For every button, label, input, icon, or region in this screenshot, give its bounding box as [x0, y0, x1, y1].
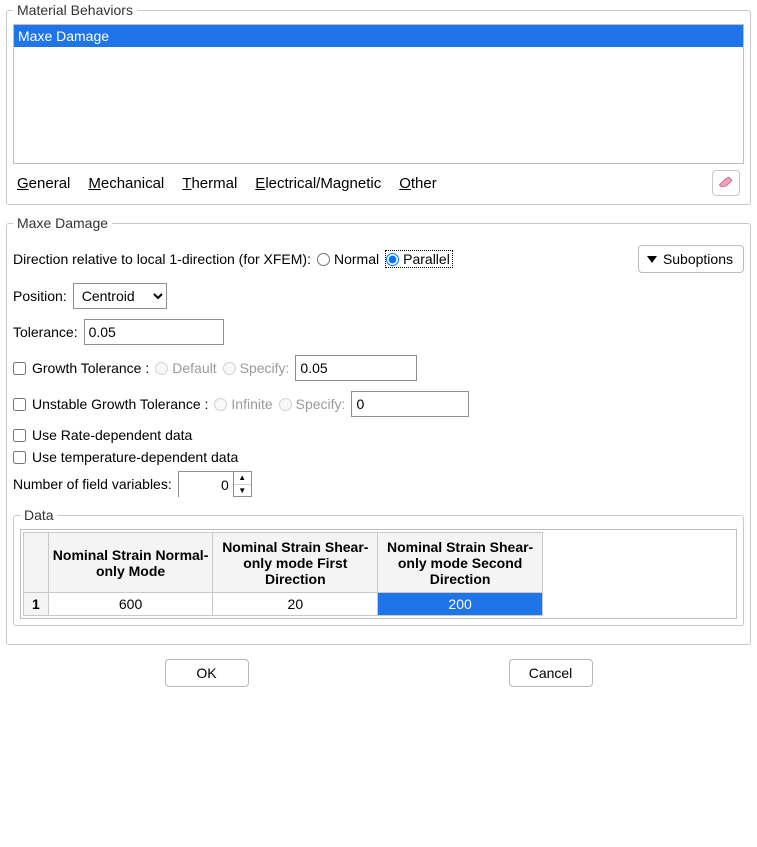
- temp-dependent-row: Use temperature-dependent data: [13, 449, 744, 465]
- rate-dependent-label: Use Rate-dependent data: [32, 427, 192, 443]
- cancel-button[interactable]: Cancel: [509, 659, 593, 687]
- growth-tolerance-checkbox[interactable]: [13, 362, 26, 375]
- rate-dependent-checkbox[interactable]: [13, 429, 26, 442]
- unstable-growth-row: Unstable Growth Tolerance : Infinite Spe…: [13, 391, 744, 417]
- behavior-menu-bar: General Mechanical Thermal Electrical/Ma…: [13, 164, 744, 196]
- delete-behavior-button[interactable]: [712, 170, 740, 196]
- data-cell-3[interactable]: 200: [378, 593, 543, 616]
- field-variables-spinner[interactable]: ▲ ▼: [178, 471, 252, 497]
- direction-parallel-radio[interactable]: [386, 253, 399, 266]
- menu-other[interactable]: Other: [399, 175, 437, 192]
- growth-tolerance-row: Growth Tolerance : Default Specify:: [13, 355, 744, 381]
- data-row-header[interactable]: 1: [24, 593, 49, 616]
- data-row[interactable]: 1 600 20 200: [24, 593, 543, 616]
- growth-default-radio: [155, 362, 168, 375]
- growth-default-option: Default: [155, 360, 216, 376]
- growth-specify-radio: [223, 362, 236, 375]
- menu-thermal[interactable]: Thermal: [182, 175, 237, 192]
- material-behaviors-legend: Material Behaviors: [13, 2, 137, 18]
- spinner-up-icon[interactable]: ▲: [234, 472, 251, 485]
- data-col-header-3[interactable]: Nominal Strain Shear-only mode Second Di…: [378, 533, 543, 593]
- data-table-container: Nominal Strain Normal-only Mode Nominal …: [20, 529, 737, 619]
- ug-specify-option: Specify:: [279, 396, 346, 412]
- data-corner-header: [24, 533, 49, 593]
- maxe-damage-group: Maxe Damage Direction relative to local …: [6, 215, 751, 645]
- tolerance-row: Tolerance:: [13, 319, 744, 345]
- direction-normal-option[interactable]: Normal: [317, 251, 379, 267]
- position-label: Position:: [13, 288, 67, 304]
- eraser-icon: [718, 175, 734, 191]
- data-col-header-1[interactable]: Nominal Strain Normal-only Mode: [48, 533, 213, 593]
- behavior-item-maxe-damage[interactable]: Maxe Damage: [14, 25, 743, 47]
- ug-infinite-radio: [214, 398, 227, 411]
- ug-specify-radio: [279, 398, 292, 411]
- field-variables-input[interactable]: [179, 472, 233, 498]
- maxe-damage-legend: Maxe Damage: [13, 215, 112, 231]
- tolerance-label: Tolerance:: [13, 324, 78, 340]
- direction-normal-radio[interactable]: [317, 253, 330, 266]
- position-row: Position: Centroid: [13, 283, 744, 309]
- unstable-growth-label: Unstable Growth Tolerance :: [32, 396, 208, 412]
- growth-specify-option: Specify:: [223, 360, 290, 376]
- data-table[interactable]: Nominal Strain Normal-only Mode Nominal …: [23, 532, 543, 616]
- data-legend: Data: [20, 507, 58, 523]
- menu-electrical-magnetic[interactable]: Electrical/Magnetic: [255, 175, 381, 192]
- growth-specify-input: [295, 355, 417, 381]
- menu-mechanical[interactable]: Mechanical: [88, 175, 164, 192]
- direction-parallel-option[interactable]: Parallel: [385, 250, 453, 268]
- spinner-down-icon[interactable]: ▼: [234, 485, 251, 497]
- material-behaviors-group: Material Behaviors Maxe Damage General M…: [6, 2, 751, 205]
- behaviors-listbox[interactable]: Maxe Damage: [13, 24, 744, 164]
- menu-general[interactable]: General: [17, 175, 70, 192]
- data-group: Data Nominal Strain Normal-only Mode Nom…: [13, 507, 744, 626]
- temp-dependent-checkbox[interactable]: [13, 451, 26, 464]
- direction-label: Direction relative to local 1-direction …: [13, 251, 311, 267]
- field-variables-row: Number of field variables: ▲ ▼: [13, 471, 744, 497]
- field-variables-label: Number of field variables:: [13, 476, 172, 492]
- dialog-buttons: OK Cancel: [6, 659, 751, 687]
- rate-dependent-row: Use Rate-dependent data: [13, 427, 744, 443]
- unstable-growth-checkbox[interactable]: [13, 398, 26, 411]
- suboptions-button[interactable]: Suboptions: [638, 245, 744, 273]
- temp-dependent-label: Use temperature-dependent data: [32, 449, 238, 465]
- direction-row: Direction relative to local 1-direction …: [13, 245, 744, 273]
- data-cell-2[interactable]: 20: [213, 593, 378, 616]
- ug-infinite-option: Infinite: [214, 396, 272, 412]
- ok-button[interactable]: OK: [165, 659, 249, 687]
- chevron-down-icon: [647, 256, 657, 263]
- position-select[interactable]: Centroid: [73, 283, 167, 309]
- tolerance-input[interactable]: [84, 319, 224, 345]
- growth-tolerance-label: Growth Tolerance :: [32, 360, 149, 376]
- ug-specify-input: [351, 391, 469, 417]
- data-cell-1[interactable]: 600: [48, 593, 213, 616]
- data-col-header-2[interactable]: Nominal Strain Shear-only mode First Dir…: [213, 533, 378, 593]
